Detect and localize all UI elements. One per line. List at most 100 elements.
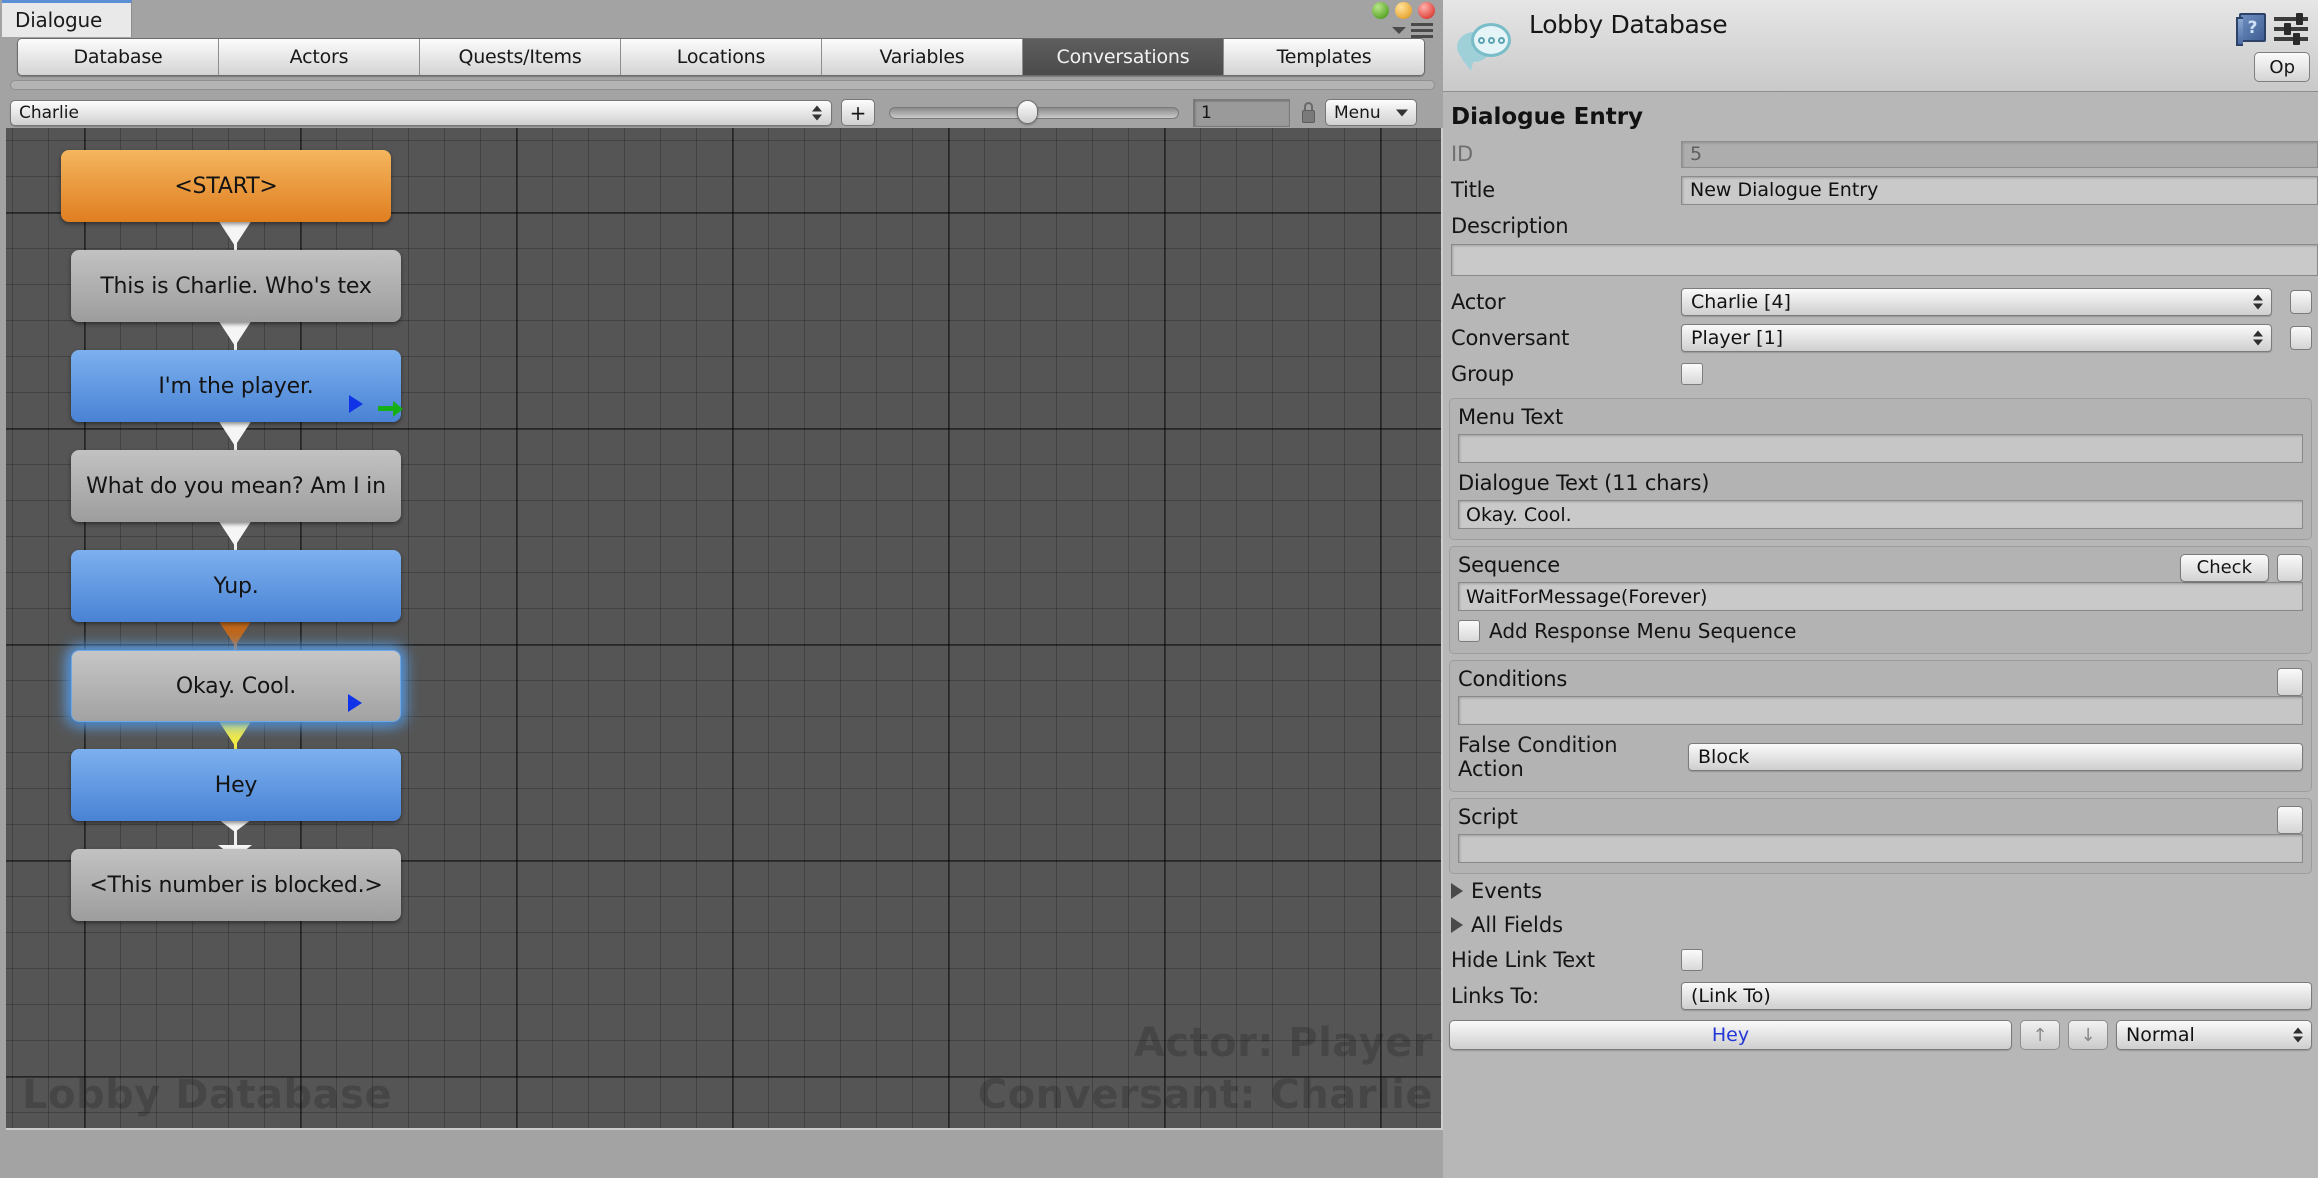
link-target-button[interactable]: Hey (1449, 1020, 2012, 1050)
links-to-dropdown[interactable]: (Link To) (1681, 982, 2312, 1010)
play-icon[interactable] (348, 694, 362, 712)
window-tab-label: Dialogue (15, 8, 103, 32)
script-menu-button[interactable] (2277, 805, 2303, 834)
chevron-down-icon (1396, 109, 1408, 116)
node-npc-3[interactable]: <This number is blocked.> (71, 849, 401, 921)
zoom-slider-handle[interactable] (1017, 100, 1038, 124)
sequence-check-button[interactable]: Check (2179, 553, 2269, 582)
row-conversant: Conversant Player [1] (1443, 320, 2318, 356)
title-input[interactable]: New Dialogue Entry (1681, 175, 2318, 205)
node-label: I'm the player. (158, 373, 314, 399)
node-npc-2[interactable]: What do you mean? Am I in (71, 450, 401, 522)
node-player-3[interactable]: Hey (71, 749, 401, 821)
zoom-slider[interactable] (889, 99, 1179, 126)
node-label: <START> (174, 173, 278, 199)
updown-arrows-icon (2253, 330, 2263, 346)
description-input[interactable] (1451, 244, 2318, 276)
maximize-dot-icon[interactable] (1395, 2, 1412, 19)
actor-dropdown[interactable]: Charlie [4] (1681, 288, 2272, 316)
tab-quests-items[interactable]: Quests/Items (420, 39, 621, 75)
tab-variables[interactable]: Variables (822, 39, 1023, 75)
zoom-value-input[interactable]: 1 (1193, 98, 1290, 127)
row-id: ID 5 (1443, 136, 2318, 172)
actor-picker-button[interactable] (2290, 290, 2312, 314)
minimize-dot-icon[interactable] (1372, 2, 1389, 19)
node-start[interactable]: <START> (61, 150, 391, 222)
conditions-label: Conditions (1458, 667, 1568, 691)
conversation-node-canvas[interactable]: <START> This is Charlie. Who's tex I'm t… (6, 128, 1443, 1130)
menu-dialogue-text-group: Menu Text Dialogue Text (11 chars) Okay.… (1449, 398, 2312, 540)
dialogue-text-input[interactable]: Okay. Cool. (1458, 500, 2303, 529)
links-to-value: (Link To) (1691, 985, 1771, 1007)
node-player-2[interactable]: Yup. (71, 550, 401, 622)
link-priority-dropdown[interactable]: Normal (2116, 1020, 2312, 1050)
group-checkbox[interactable] (1681, 363, 1703, 385)
node-npc-1[interactable]: This is Charlie. Who's tex (71, 250, 401, 322)
false-condition-action-dropdown[interactable]: Block (1688, 743, 2303, 771)
window-controls (1372, 2, 1435, 38)
dialogue-editor-window: Dialogue Database Actors Quests/Items Lo… (0, 0, 1443, 1178)
move-link-up-button[interactable]: ↑ (2020, 1020, 2060, 1050)
tab-templates[interactable]: Templates (1224, 39, 1424, 75)
row-description-label: Description (1443, 208, 2318, 244)
window-tab-dialogue[interactable]: Dialogue (2, 0, 132, 37)
conditions-menu-button[interactable] (2277, 667, 2303, 696)
tab-actors[interactable]: Actors (219, 39, 420, 75)
window-tab-strip: Dialogue (0, 0, 1443, 38)
foldout-events[interactable]: Events (1443, 874, 2318, 908)
settings-sliders-icon[interactable] (2274, 13, 2308, 45)
sequence-label: Sequence (1458, 553, 1560, 577)
menu-button-label: Menu (1334, 102, 1381, 123)
add-conversation-button[interactable]: + (841, 99, 875, 126)
node-label: What do you mean? Am I in (86, 473, 386, 499)
node-selected-okay-cool[interactable]: Okay. Cool. (71, 650, 401, 722)
inspector-header: Lobby Database ? Op (1443, 0, 2318, 92)
row-group: Group (1443, 356, 2318, 392)
horizontal-scrollbar[interactable] (10, 80, 1435, 90)
link-arrow-icon (218, 320, 252, 346)
close-dot-icon[interactable] (1418, 2, 1435, 19)
tab-database[interactable]: Database (18, 39, 219, 75)
move-link-down-button[interactable]: ↓ (2068, 1020, 2108, 1050)
green-arrow-icon[interactable] (378, 401, 403, 417)
node-label: This is Charlie. Who's tex (100, 273, 372, 299)
hide-link-text-checkbox[interactable] (1681, 949, 1703, 971)
category-tab-bar: Database Actors Quests/Items Locations V… (17, 38, 1425, 76)
foldout-all-fields[interactable]: All Fields (1443, 908, 2318, 942)
link-priority-value: Normal (2126, 1024, 2195, 1046)
row-actor: Actor Charlie [4] (1443, 284, 2318, 320)
add-response-menu-sequence-checkbox[interactable] (1458, 620, 1480, 642)
menu-button[interactable]: Menu (1325, 99, 1417, 126)
conversant-dropdown[interactable]: Player [1] (1681, 324, 2272, 352)
hamburger-menu-icon[interactable] (1411, 23, 1433, 38)
chevron-down-icon[interactable] (1392, 27, 1406, 34)
play-icon[interactable] (349, 395, 363, 413)
sequence-menu-button[interactable] (2277, 553, 2303, 582)
id-value: 5 (1681, 140, 2318, 168)
conversation-dropdown[interactable]: Charlie (10, 99, 832, 126)
dialogue-database-icon (1455, 18, 1513, 76)
options-button[interactable]: Op (2254, 52, 2310, 82)
menu-text-input[interactable] (1458, 434, 2303, 463)
node-label: Yup. (213, 573, 259, 599)
conditions-input[interactable] (1458, 696, 2303, 725)
script-header: Script (1458, 805, 2303, 834)
tab-locations[interactable]: Locations (621, 39, 822, 75)
sequence-input[interactable]: WaitForMessage(Forever) (1458, 582, 2303, 611)
node-player-1[interactable]: I'm the player. (71, 350, 403, 422)
conversant-picker-button[interactable] (2290, 326, 2312, 350)
row-hide-link-text: Hide Link Text (1443, 942, 2318, 978)
add-response-menu-sequence-row: Add Response Menu Sequence (1458, 619, 2303, 643)
tab-conversations[interactable]: Conversations (1023, 39, 1224, 75)
watermark-actor: Actor: Player (1133, 1020, 1433, 1066)
link-arrow-icon (218, 420, 252, 446)
lock-icon[interactable] (1302, 101, 1315, 124)
script-input[interactable] (1458, 834, 2303, 863)
script-label: Script (1458, 805, 1518, 829)
id-label: ID (1451, 142, 1473, 166)
watermark-conversant: Conversant: Charlie (977, 1072, 1433, 1118)
dialogue-text-label: Dialogue Text (11 chars) (1458, 471, 1710, 495)
links-to-label: Links To: (1451, 984, 1540, 1008)
false-condition-action-value: Block (1698, 746, 1750, 768)
help-book-icon[interactable]: ? (2236, 13, 2266, 46)
